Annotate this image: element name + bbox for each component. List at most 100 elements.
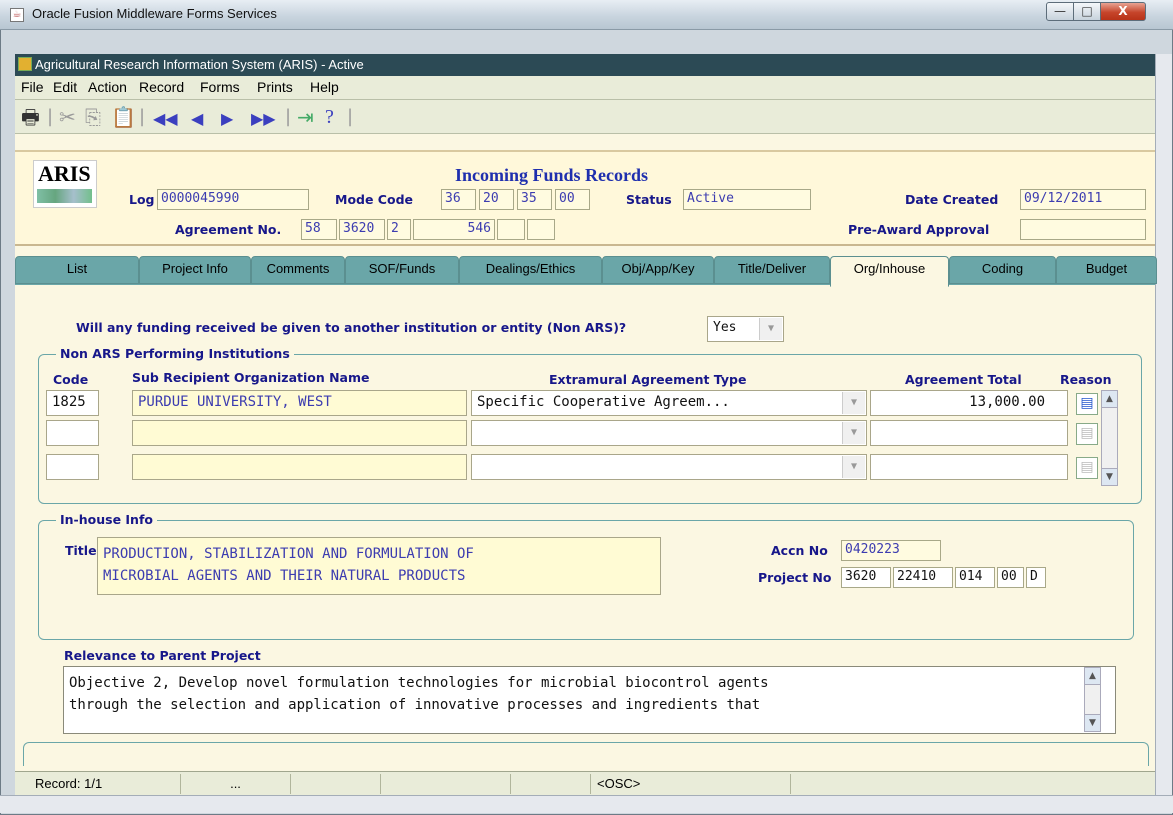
- chevron-down-icon: ▼: [759, 318, 782, 340]
- document-icon[interactable]: ▤: [1076, 423, 1098, 445]
- agreement-field-4[interactable]: 546: [413, 219, 495, 240]
- horizontal-scrollbar[interactable]: [0, 795, 1173, 813]
- tab-list[interactable]: List: [15, 256, 139, 284]
- tab-comments[interactable]: Comments: [251, 256, 345, 284]
- relevance-textarea[interactable]: Objective 2, Develop novel formulation t…: [63, 666, 1116, 734]
- menu-bar: File Edit Action Record Forms Prints Hel…: [15, 76, 1155, 100]
- agreement-field-6[interactable]: [527, 219, 555, 240]
- code-header: Code: [53, 372, 89, 387]
- org-name-cell[interactable]: [132, 454, 467, 480]
- agreement-type-select[interactable]: ▼: [471, 454, 867, 480]
- agreement-field-3[interactable]: 2: [387, 219, 411, 240]
- window-vertical-scrollbar[interactable]: [1155, 54, 1172, 795]
- document-icon[interactable]: ▤: [1076, 457, 1098, 479]
- relevance-label: Relevance to Parent Project: [64, 648, 261, 663]
- agreement-total-cell[interactable]: [870, 454, 1068, 480]
- scroll-down-icon[interactable]: ▼: [1102, 468, 1117, 485]
- chevron-down-icon: ▼: [842, 392, 865, 414]
- tab-budget[interactable]: Budget: [1056, 256, 1157, 284]
- scroll-up-icon[interactable]: ▲: [1085, 668, 1100, 685]
- tab-bar: List Project Info Comments SOF/Funds Dea…: [15, 256, 1157, 287]
- maximize-button[interactable]: □: [1073, 2, 1101, 21]
- preaward-field[interactable]: [1020, 219, 1146, 240]
- mode-code-field-3[interactable]: 35: [517, 189, 552, 210]
- tab-coding[interactable]: Coding: [949, 256, 1056, 284]
- accn-label: Accn No: [771, 543, 828, 558]
- tab-sof-funds[interactable]: SOF/Funds: [345, 256, 459, 284]
- window-title-bar[interactable]: ☕ Oracle Fusion Middleware Forms Service…: [0, 0, 1173, 30]
- project-no-field-5[interactable]: D: [1026, 567, 1046, 588]
- toolbar-separator: |: [347, 106, 354, 127]
- status-ellipsis: ...: [181, 774, 291, 794]
- agreement-field-5[interactable]: [497, 219, 525, 240]
- help-icon[interactable]: ?: [325, 106, 334, 128]
- form-title-bar: Agricultural Research Information System…: [15, 54, 1155, 76]
- mode-code-field-1[interactable]: 36: [441, 189, 476, 210]
- menu-file[interactable]: File: [21, 79, 44, 95]
- code-cell[interactable]: [46, 454, 99, 480]
- menu-help[interactable]: Help: [310, 79, 339, 95]
- agreement-field-1[interactable]: 58: [301, 219, 337, 240]
- code-cell[interactable]: 1825: [46, 390, 99, 416]
- agreement-type-select[interactable]: ▼: [471, 420, 867, 446]
- document-icon[interactable]: ▤: [1076, 393, 1098, 415]
- menu-record[interactable]: Record: [139, 79, 184, 95]
- menu-edit[interactable]: Edit: [53, 79, 77, 95]
- agreement-total-cell[interactable]: 13,000.00: [870, 390, 1068, 416]
- agreement-field-2[interactable]: 3620: [339, 219, 385, 240]
- status-osc: <OSC>: [591, 774, 791, 794]
- paste-icon[interactable]: 📋: [111, 106, 136, 128]
- first-record-icon[interactable]: ◀◀: [153, 108, 178, 130]
- copy-icon[interactable]: ⎘: [85, 106, 101, 128]
- cut-icon[interactable]: ✂: [59, 106, 76, 128]
- project-no-field-2[interactable]: 22410: [893, 567, 953, 588]
- menu-prints[interactable]: Prints: [257, 79, 293, 95]
- project-no-field-1[interactable]: 3620: [841, 567, 891, 588]
- code-cell[interactable]: [46, 420, 99, 446]
- minimize-button[interactable]: —: [1046, 2, 1074, 21]
- org-name-cell[interactable]: PURDUE UNIVERSITY, WEST: [132, 390, 467, 416]
- scroll-up-icon[interactable]: ▲: [1102, 391, 1117, 408]
- mode-code-field-4[interactable]: 00: [555, 189, 590, 210]
- tab-project-info[interactable]: Project Info: [139, 256, 251, 284]
- menu-forms[interactable]: Forms: [200, 79, 240, 95]
- log-label: Log: [129, 192, 155, 207]
- app-icon: [18, 57, 32, 71]
- date-created-field[interactable]: 09/12/2011: [1020, 189, 1146, 210]
- exit-icon[interactable]: ⇥: [297, 106, 314, 128]
- last-record-icon[interactable]: ▶▶: [251, 108, 276, 130]
- accn-field[interactable]: 0420223: [841, 540, 941, 561]
- mode-code-field-2[interactable]: 20: [479, 189, 514, 210]
- non-ars-answer-select[interactable]: Yes ▼: [707, 316, 784, 342]
- agreement-type-select[interactable]: Specific Cooperative Agreem... ▼: [471, 390, 867, 416]
- project-no-field-3[interactable]: 014: [955, 567, 995, 588]
- toolbar: 🖶 | ✂ ⎘ 📋 | ◀◀ ◀ ▶ ▶▶ | ⇥ ? |: [15, 100, 1155, 134]
- menu-action[interactable]: Action: [88, 79, 127, 95]
- agreement-total-header: Agreement Total: [905, 372, 1022, 387]
- tab-dealings-ethics[interactable]: Dealings/Ethics: [459, 256, 602, 284]
- agreement-total-cell[interactable]: [870, 420, 1068, 446]
- java-icon: ☕: [10, 8, 24, 22]
- non-ars-scrollbar[interactable]: ▲ ▼: [1101, 390, 1118, 486]
- inhouse-title-field[interactable]: PRODUCTION, STABILIZATION AND FORMULATIO…: [97, 537, 661, 595]
- scroll-down-icon[interactable]: ▼: [1085, 714, 1100, 731]
- relevance-scrollbar[interactable]: ▲ ▼: [1084, 667, 1101, 732]
- print-icon[interactable]: 🖶: [21, 106, 40, 128]
- project-no-field-4[interactable]: 00: [997, 567, 1024, 588]
- org-name-cell[interactable]: [132, 420, 467, 446]
- close-button[interactable]: X: [1100, 2, 1146, 21]
- tab-title-deliver[interactable]: Title/Deliver: [714, 256, 830, 284]
- record-counter: Record: 1/1: [29, 774, 181, 794]
- agreement-type-value: Specific Cooperative Agreem...: [477, 394, 730, 410]
- bottom-frame: [23, 742, 1149, 766]
- tab-org-inhouse[interactable]: Org/Inhouse: [830, 256, 949, 287]
- window-title: Oracle Fusion Middleware Forms Services: [32, 6, 277, 21]
- tab-obj-app-key[interactable]: Obj/App/Key: [602, 256, 714, 284]
- log-field[interactable]: 0000045990: [157, 189, 309, 210]
- previous-record-icon[interactable]: ◀: [191, 108, 203, 130]
- next-record-icon[interactable]: ▶: [221, 108, 233, 130]
- status-field[interactable]: Active: [683, 189, 811, 210]
- chevron-down-icon: ▼: [842, 456, 865, 478]
- page-title: Incoming Funds Records: [455, 165, 649, 185]
- inhouse-group-title: In-house Info: [56, 512, 157, 527]
